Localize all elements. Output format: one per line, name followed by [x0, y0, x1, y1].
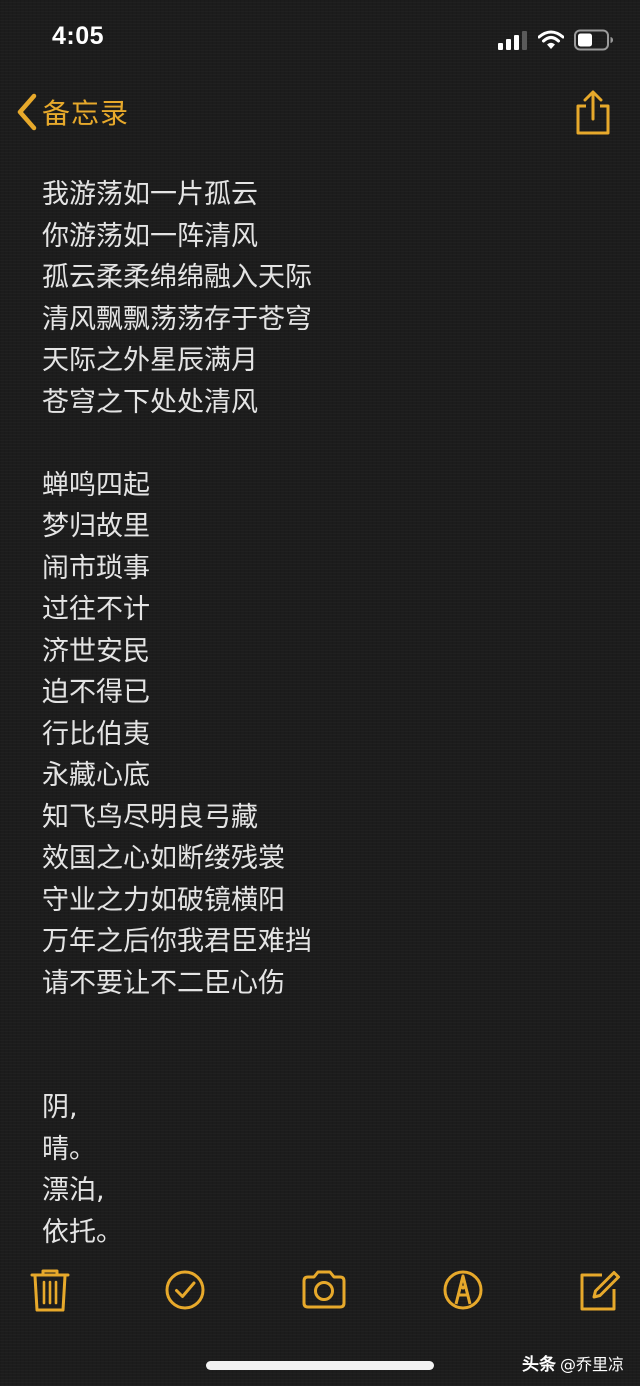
note-line: 依托。	[42, 1216, 123, 1248]
note-line: 天际之外星辰满月	[42, 345, 258, 376]
note-line: 永藏心底	[42, 760, 150, 791]
checklist-icon	[165, 1270, 205, 1310]
share-button[interactable]	[574, 90, 612, 136]
note-line: 阴,	[42, 1092, 78, 1123]
watermark: 头条 @乔里凉	[521, 1350, 624, 1376]
checklist-button[interactable]	[161, 1266, 209, 1314]
note-line: 知飞鸟尽明良弓藏	[42, 801, 258, 833]
note-blank-line	[42, 1004, 602, 1046]
note-line: 你游荡如一阵清风	[42, 220, 258, 252]
back-button-label: 备忘录	[42, 97, 130, 130]
signal-icon	[498, 31, 527, 50]
compose-button[interactable]	[576, 1266, 624, 1314]
camera-button[interactable]	[300, 1266, 348, 1314]
note-line: 济世安民	[42, 635, 150, 667]
share-icon	[576, 90, 610, 135]
wifi-icon	[538, 30, 564, 49]
note-line: 蝉鸣四起	[42, 469, 150, 501]
camera-icon	[302, 1270, 346, 1309]
note-line: 效国之心如断缕残裳	[42, 843, 285, 874]
home-indicator[interactable]	[206, 1361, 434, 1370]
note-line: 漂泊,	[42, 1175, 105, 1206]
status-icons	[498, 28, 614, 52]
chevron-left-icon	[17, 93, 37, 131]
watermark-handle: @乔里凉	[559, 1354, 624, 1374]
markup-icon	[443, 1270, 483, 1310]
note-line: 万年之后你我君臣难挡	[42, 926, 312, 957]
note-body[interactable]: 我游荡如一片孤云 你游荡如一阵清风孤云柔柔绵绵融入天际 清风飘飘荡荡存于苍穹 天际之外…	[42, 174, 602, 1253]
battery-icon	[574, 29, 613, 51]
note-line: 守业之力如破镜横阳	[42, 884, 285, 916]
back-button[interactable]: 备忘录	[14, 90, 129, 134]
note-line: 请不要让不二臣心伤	[42, 967, 285, 999]
note-line: 晴。	[42, 1133, 96, 1165]
note-blank-line	[42, 423, 602, 465]
markup-button[interactable]	[439, 1266, 487, 1314]
watermark-brand: 头条	[521, 1355, 556, 1375]
status-time: 4:05	[52, 22, 105, 50]
note-line: 行比伯夷	[42, 718, 150, 750]
trash-icon	[30, 1269, 70, 1312]
note-line: 孤云柔柔绵绵融入天际	[42, 262, 312, 293]
compose-icon	[580, 1271, 620, 1311]
bottom-toolbar	[0, 1266, 640, 1316]
note-line: 苍穹之下处处清风	[42, 386, 258, 418]
note-line: 过往不计	[42, 594, 150, 625]
note-line: 我游荡如一片孤云	[42, 179, 258, 210]
note-line: 梦归故里	[42, 511, 150, 542]
note-line: 闹市琐事	[42, 552, 150, 584]
delete-button[interactable]	[26, 1266, 74, 1314]
note-line: 清风飘飘荡荡存于苍穹	[42, 303, 312, 335]
note-blank-line	[42, 1046, 602, 1088]
note-line: 迫不得已	[42, 677, 150, 708]
